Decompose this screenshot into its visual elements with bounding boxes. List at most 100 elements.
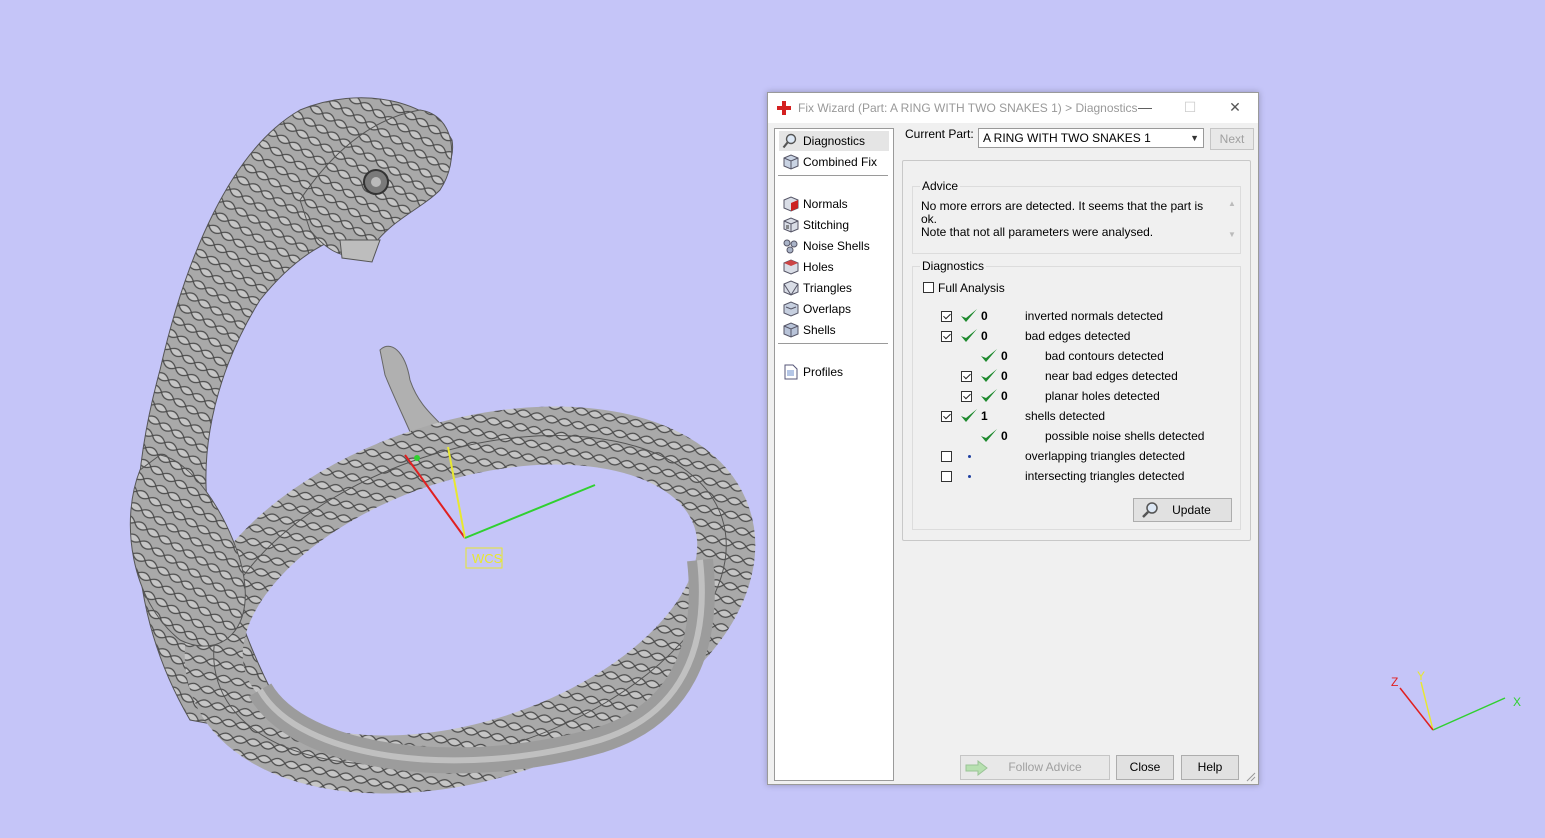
nav-item-label: Profiles [803, 365, 844, 379]
help-button[interactable]: Help [1181, 755, 1239, 780]
nav-item-stitching[interactable]: Stitching [779, 215, 889, 235]
nav-item-label: Overlaps [803, 302, 852, 316]
diagnostic-checkbox[interactable] [941, 411, 952, 422]
diagnostic-count: 0 [1001, 389, 1008, 403]
diagnostic-count: 0 [981, 309, 988, 323]
diagnostic-label: bad edges detected [1025, 329, 1131, 343]
nav-item-overlaps[interactable]: Overlaps [779, 299, 889, 319]
title-bar[interactable]: Fix Wizard (Part: A RING WITH TWO SNAKES… [768, 93, 1258, 123]
current-part-value: A RING WITH TWO SNAKES 1 [983, 131, 1151, 145]
noise-shells-icon [783, 239, 798, 254]
nav-item-label: Noise Shells [803, 239, 870, 253]
fix-wizard-dialog: Fix Wizard (Part: A RING WITH TWO SNAKES… [767, 92, 1259, 785]
advice-group: Advice No more errors are detected. It s… [912, 179, 1241, 254]
advice-caption: Advice [920, 179, 961, 193]
diagnostic-count: 1 [981, 409, 988, 423]
triangles-cube-icon [783, 280, 799, 296]
diagnostic-label: planar holes detected [1045, 389, 1160, 403]
magnifier-icon [782, 133, 797, 149]
nav-item-triangles[interactable]: Triangles [779, 278, 889, 298]
normals-cube-icon [783, 196, 799, 212]
diagnostic-checkbox[interactable] [941, 451, 952, 462]
follow-advice-label: Follow Advice [1008, 760, 1082, 774]
shells-cube-icon [783, 322, 799, 338]
update-label: Update [1172, 503, 1211, 517]
diagnostic-checkbox[interactable] [961, 371, 972, 382]
full-analysis-checkbox[interactable] [923, 282, 934, 293]
green-check-icon [981, 369, 997, 382]
nav-item-holes[interactable]: Holes [779, 257, 889, 277]
next-button[interactable]: Next [1210, 128, 1254, 150]
arrow-right-icon [965, 760, 988, 776]
diagnostics-caption: Diagnostics [920, 259, 987, 273]
full-analysis-label: Full Analysis [938, 281, 1005, 295]
diagnostic-label: overlapping triangles detected [1025, 449, 1186, 463]
nav-item-profiles[interactable]: Profiles [779, 362, 889, 382]
update-button[interactable]: Update [1133, 498, 1232, 522]
document-icon [784, 364, 798, 380]
cube-icon [783, 154, 799, 170]
diagnostic-count: 0 [981, 329, 988, 343]
follow-advice-button[interactable]: Follow Advice [960, 755, 1110, 780]
diagnostic-count: 0 [1001, 349, 1008, 363]
diagnostic-count: 0 [1001, 429, 1008, 443]
nav-item-noise-shells[interactable]: Noise Shells [779, 236, 889, 256]
diagnostic-checkbox[interactable] [941, 311, 952, 322]
nav-separator [778, 343, 888, 344]
scroll-down-icon[interactable]: ▼ [1226, 230, 1238, 239]
wcs-label: WCS [472, 551, 503, 566]
diagnostic-label: near bad edges detected [1045, 369, 1178, 383]
diagnostic-label: possible noise shells detected [1045, 429, 1205, 443]
nav-item-label: Holes [803, 260, 834, 274]
nav-item-normals[interactable]: Normals [779, 194, 889, 214]
holes-cube-icon [783, 259, 799, 275]
green-check-icon [981, 349, 997, 362]
scroll-up-icon[interactable]: ▲ [1226, 199, 1238, 208]
triad-x-label: X [1513, 695, 1521, 709]
chevron-down-icon: ▼ [1190, 133, 1199, 143]
current-part-select[interactable]: A RING WITH TWO SNAKES 1 ▼ [978, 128, 1204, 148]
diagnostic-checkbox[interactable] [941, 471, 952, 482]
current-part-label: Current Part: [905, 127, 974, 141]
triad-y-label: Y [1417, 669, 1425, 683]
green-check-icon [961, 409, 977, 422]
wizard-nav: Diagnostics Combined Fix Normals Stitching N… [774, 128, 894, 781]
red-cross-icon [777, 101, 791, 115]
diagnostics-panel: Advice No more errors are detected. It s… [902, 160, 1251, 541]
advice-scrollbar[interactable]: ▲ ▼ [1226, 199, 1238, 245]
diagnostic-count: 0 [1001, 369, 1008, 383]
nav-item-label: Diagnostics [803, 134, 866, 148]
minimize-button[interactable]: — [1130, 97, 1160, 117]
pending-dot-icon [968, 475, 971, 478]
nav-item-label: Triangles [803, 281, 852, 295]
diagnostic-checkbox[interactable] [941, 331, 952, 342]
nav-item-diagnostics[interactable]: Diagnostics [779, 131, 889, 151]
advice-line-1: No more errors are detected. It seems th… [921, 199, 1204, 226]
nav-item-label: Combined Fix [803, 155, 878, 169]
nav-item-shells[interactable]: Shells [779, 320, 889, 340]
advice-line-2: Note that not all parameters were analys… [921, 225, 1154, 239]
pending-dot-icon [968, 455, 971, 458]
nav-item-label: Stitching [803, 218, 850, 232]
close-window-button[interactable]: ✕ [1220, 97, 1250, 117]
stitching-cube-icon [783, 217, 799, 233]
resize-grip-icon[interactable] [1246, 772, 1256, 782]
diagnostic-label: bad contours detected [1045, 349, 1164, 363]
diagnostic-label: inverted normals detected [1025, 309, 1164, 323]
green-check-icon [961, 309, 977, 322]
green-check-icon [961, 329, 977, 342]
window-title: Fix Wizard (Part: A RING WITH TWO SNAKES… [798, 101, 1138, 115]
nav-item-combined-fix[interactable]: Combined Fix [779, 152, 889, 172]
diagnostics-group: Diagnostics Full Analysis Update 0 invert… [912, 259, 1241, 530]
green-check-icon [981, 429, 997, 442]
nav-separator [778, 175, 888, 176]
overlaps-cube-icon [783, 301, 799, 317]
diagnostic-label: intersecting triangles detected [1025, 469, 1185, 483]
diagnostic-label: shells detected [1025, 409, 1106, 423]
diagnostic-checkbox[interactable] [961, 391, 972, 402]
nav-item-label: Shells [803, 323, 836, 337]
close-button[interactable]: Close [1116, 755, 1174, 780]
nav-item-label: Normals [803, 197, 848, 211]
triad-z-label: Z [1391, 675, 1398, 689]
maximize-button[interactable]: ☐ [1175, 97, 1205, 117]
